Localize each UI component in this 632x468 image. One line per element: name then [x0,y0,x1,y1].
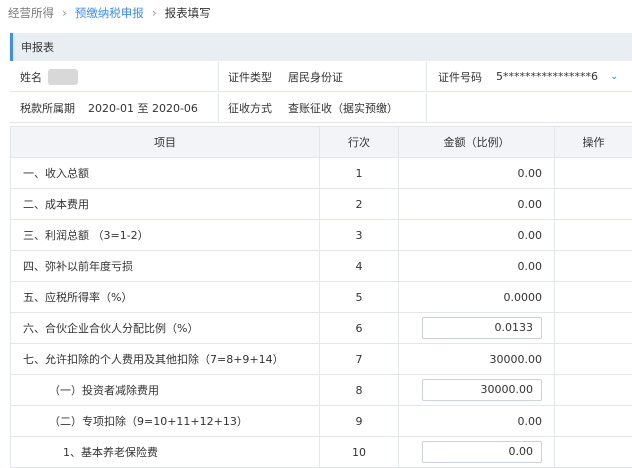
table-row: 三、利润总额 （3=1-2）30.00 [11,220,632,251]
row-line-number: 10 [320,437,399,468]
row-action-cell [555,375,632,406]
collection-value: 查账征收（据实预缴） [288,93,398,122]
row-line-number: 2 [320,189,399,220]
row-action-cell [555,313,632,344]
chevron-right-icon: › [62,6,67,20]
table-row: （一）投资者减除费用8 30000.00 [11,375,632,406]
table-row: 一、收入总额10.00 [11,158,632,189]
table-row: 二、成本费用20.00 [11,189,632,220]
row-line-number: 5 [320,282,399,313]
row-item-label: 1、基本养老保险费 [11,437,320,468]
row-line-number: 1 [320,158,399,189]
table-row: 五、应税所得率（%）50.0000 [11,282,632,313]
name-label: 姓名 [20,62,42,91]
table-row: 六、合伙企业合伙人分配比例（%）6 0.0133 [11,313,632,344]
amount-input[interactable]: 0.0133 [422,317,542,339]
name-value [40,62,78,91]
row-amount-value: 0.00 [399,189,555,220]
row-amount-value: 0.00 [399,406,555,437]
row-action-cell [555,158,632,189]
info-row-identity: 姓名 证件类型 居民身份证 证件号码 5****************6 ⌄ [10,62,632,92]
row-amount-cell: 30000.00 [399,375,555,406]
breadcrumb-item-form-fill: 报表填写 [165,5,211,21]
info-row-period: 税款所属期 2020-01 至 2020-06 征收方式 查账征收（据实预缴） [10,93,632,123]
row-action-cell [555,189,632,220]
row-action-cell [555,406,632,437]
row-line-number: 7 [320,344,399,375]
row-amount-value: 0.00 [399,251,555,282]
row-amount-cell: 0.00 [399,437,555,468]
col-header-amount: 金额（比例） [399,127,555,158]
period-value: 2020-01 至 2020-06 [88,93,198,122]
row-amount-value: 0.00 [399,220,555,251]
table-row: 1、基本养老保险费10 0.00 [11,437,632,468]
chevron-right-icon: › [152,6,157,20]
row-item-label: 六、合伙企业合伙人分配比例（%） [11,313,320,344]
row-amount-value: 0.00 [399,158,555,189]
row-action-cell [555,251,632,282]
row-item-label: 五、应税所得率（%） [11,282,320,313]
row-line-number: 4 [320,251,399,282]
col-header-action: 操作 [555,127,632,158]
col-header-line: 行次 [320,127,399,158]
table-row: 四、弥补以前年度亏损40.00 [11,251,632,282]
row-amount-cell: 0.0133 [399,313,555,344]
id-number-value[interactable]: 5****************6 ⌄ [496,62,618,91]
table-row: 七、允许扣除的个人费用及其他扣除（7=8+9+14）730000.00 [11,344,632,375]
collection-label: 征收方式 [228,93,272,122]
declaration-table: 项目 行次 金额（比例） 操作 一、收入总额10.00二、成本费用20.00三、… [10,126,632,468]
row-amount-value: 30000.00 [399,344,555,375]
section-header: 申报表 [10,33,632,61]
table-row: （二）专项扣除（9=10+11+12+13）90.00 [11,406,632,437]
amount-input[interactable]: 30000.00 [422,379,542,401]
row-action-cell [555,220,632,251]
row-item-label: （二）专项扣除（9=10+11+12+13） [11,406,320,437]
row-item-label: （一）投资者减除费用 [11,375,320,406]
breadcrumb-item-business-income[interactable]: 经营所得 [8,5,54,21]
chevron-down-icon[interactable]: ⌄ [610,71,618,82]
col-header-item: 项目 [11,127,320,158]
row-action-cell [555,437,632,468]
breadcrumb-item-prepayment[interactable]: 预缴纳税申报 [75,5,144,21]
period-label: 税款所属期 [20,93,75,122]
row-action-cell [555,344,632,375]
row-item-label: 三、利润总额 （3=1-2） [11,220,320,251]
row-line-number: 6 [320,313,399,344]
row-item-label: 七、允许扣除的个人费用及其他扣除（7=8+9+14） [11,344,320,375]
section-title: 申报表 [21,39,54,55]
id-type-label: 证件类型 [228,62,272,91]
row-item-label: 二、成本费用 [11,189,320,220]
row-line-number: 8 [320,375,399,406]
row-action-cell [555,282,632,313]
id-type-value: 居民身份证 [288,62,343,91]
amount-input[interactable]: 0.00 [422,441,542,463]
row-item-label: 一、收入总额 [11,158,320,189]
masked-name [48,69,78,85]
row-item-label: 四、弥补以前年度亏损 [11,251,320,282]
row-line-number: 3 [320,220,399,251]
id-number-label: 证件号码 [438,62,482,91]
table-header-row: 项目 行次 金额（比例） 操作 [11,127,632,158]
row-amount-value: 0.0000 [399,282,555,313]
breadcrumb: 经营所得 › 预缴纳税申报 › 报表填写 [0,0,632,26]
id-number-text: 5****************6 [496,70,598,83]
row-line-number: 9 [320,406,399,437]
